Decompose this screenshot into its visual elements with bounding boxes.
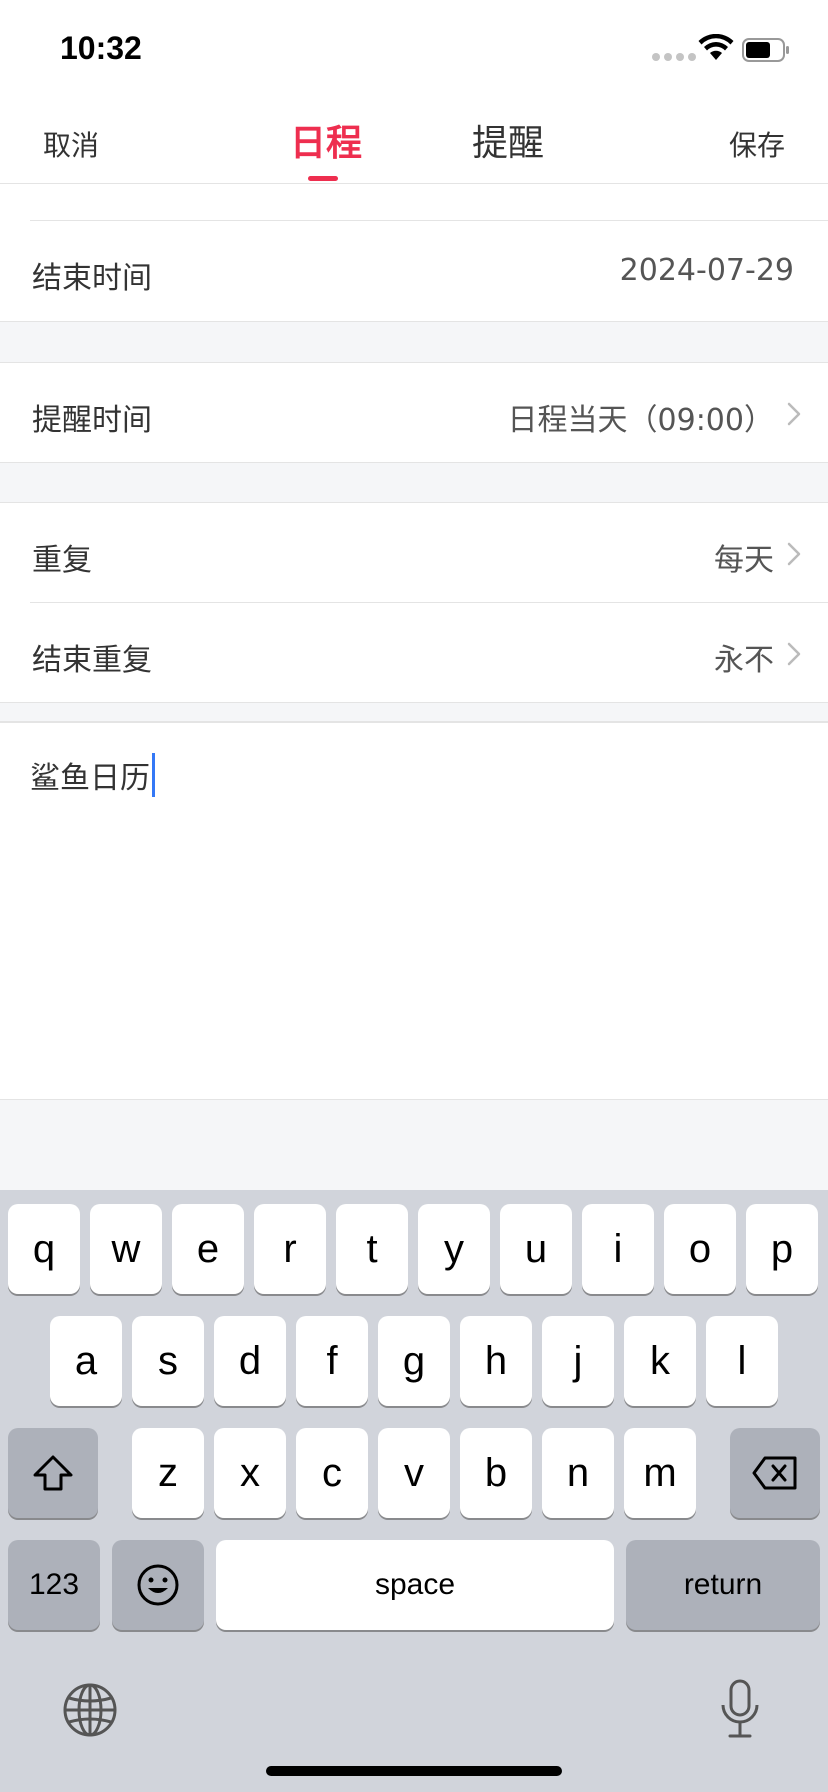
key-s[interactable]: s [132,1316,204,1406]
save-button[interactable]: 保存 [729,124,785,164]
key-c[interactable]: c [296,1428,368,1518]
reminder-time-row[interactable]: 提醒时间 日程当天（09:00） [0,363,828,463]
end-repeat-value: 永不 [714,643,774,678]
cellular-signal-icon [652,53,696,61]
key-x[interactable]: x [214,1428,286,1518]
home-indicator [266,1766,562,1776]
chevron-right-icon [787,402,801,426]
note-textarea[interactable]: 鲨鱼日历 [0,722,828,1100]
shift-icon [33,1455,73,1491]
bottom-spacer [0,1100,828,1190]
numbers-key[interactable]: 123 [8,1540,100,1630]
key-l[interactable]: l [706,1316,778,1406]
chevron-right-icon [787,542,801,566]
section-gap [0,702,828,722]
repeat-value: 每天 [714,543,774,578]
key-h[interactable]: h [460,1316,532,1406]
end-time-value: 2024-07-29 [619,253,794,288]
key-b[interactable]: b [460,1428,532,1518]
key-q[interactable]: q [8,1204,80,1294]
section-gap [0,462,828,503]
key-e[interactable]: e [172,1204,244,1294]
space-key[interactable]: space [216,1540,614,1630]
active-tab-indicator [308,176,338,181]
globe-icon[interactable] [62,1682,118,1738]
key-y[interactable]: y [418,1204,490,1294]
emoji-icon [137,1564,179,1606]
end-repeat-row[interactable]: 结束重复 永不 [0,603,828,703]
cancel-button[interactable]: 取消 [43,124,99,164]
tab-reminder[interactable]: 提醒 [472,114,544,166]
end-repeat-label: 结束重复 [32,643,152,678]
key-p[interactable]: p [746,1204,818,1294]
wifi-icon [698,34,734,60]
reminder-time-value: 日程当天（09:00） [507,403,774,438]
key-t[interactable]: t [336,1204,408,1294]
key-r[interactable]: r [254,1204,326,1294]
key-n[interactable]: n [542,1428,614,1518]
microphone-icon[interactable] [716,1678,764,1740]
emoji-key[interactable] [112,1540,204,1630]
note-text: 鲨鱼日历 [30,761,150,796]
key-j[interactable]: j [542,1316,614,1406]
status-bar: 10:32 [0,0,828,96]
backspace-icon [752,1456,797,1490]
return-key[interactable]: return [626,1540,820,1630]
tab-schedule[interactable]: 日程 [290,114,362,166]
status-time: 10:32 [60,30,142,66]
chevron-right-icon [787,642,801,666]
key-w[interactable]: w [90,1204,162,1294]
start-time-row-partial [0,184,828,221]
end-time-label: 结束时间 [32,261,152,296]
end-time-row[interactable]: 结束时间 2024-07-29 [0,221,828,321]
key-v[interactable]: v [378,1428,450,1518]
reminder-time-label: 提醒时间 [32,403,152,438]
key-g[interactable]: g [378,1316,450,1406]
key-i[interactable]: i [582,1204,654,1294]
key-f[interactable]: f [296,1316,368,1406]
key-k[interactable]: k [624,1316,696,1406]
text-caret [152,753,155,797]
backspace-key[interactable] [730,1428,820,1518]
top-navigation: 取消 日程 提醒 保存 [0,96,828,184]
key-d[interactable]: d [214,1316,286,1406]
section-gap [0,321,828,363]
key-m[interactable]: m [624,1428,696,1518]
software-keyboard: q w e r t y u i o p a s d f g h j k l z … [0,1190,828,1792]
repeat-row[interactable]: 重复 每天 [0,503,828,603]
key-u[interactable]: u [500,1204,572,1294]
repeat-label: 重复 [32,543,92,578]
shift-key[interactable] [8,1428,98,1518]
key-o[interactable]: o [664,1204,736,1294]
key-z[interactable]: z [132,1428,204,1518]
battery-icon [742,38,789,62]
key-a[interactable]: a [50,1316,122,1406]
